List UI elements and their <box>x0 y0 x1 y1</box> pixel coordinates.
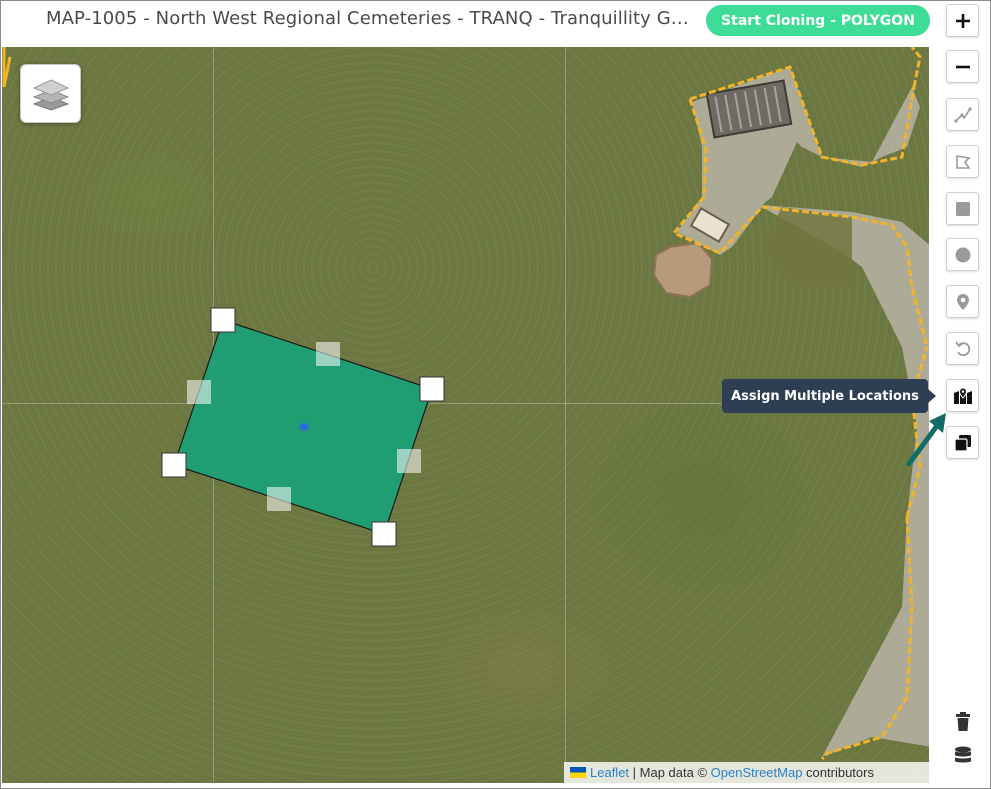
marker-icon <box>956 293 969 310</box>
assign-multiple-locations-button[interactable] <box>946 379 979 412</box>
pointer-arrow-icon <box>906 413 946 467</box>
attribution-separator: | Map data © <box>629 765 711 780</box>
undo-button[interactable] <box>946 332 979 365</box>
grass-patch <box>762 207 852 287</box>
trash-icon <box>955 711 970 731</box>
app-frame: MAP-1005 - North West Regional Cemeterie… <box>0 0 991 789</box>
map-header: MAP-1005 - North West Regional Cemeterie… <box>2 2 939 46</box>
map-title: MAP-1005 - North West Regional Cemeterie… <box>46 8 696 29</box>
zoom-out-button[interactable] <box>946 50 979 83</box>
zoom-in-button[interactable] <box>946 4 979 37</box>
vertex-handle[interactable] <box>161 452 187 478</box>
polygon-center-marker <box>299 423 309 431</box>
polygon-icon <box>955 154 971 169</box>
vertex-handle[interactable] <box>371 521 397 547</box>
layers-icon <box>32 78 69 111</box>
draw-rectangle-button[interactable] <box>946 192 979 225</box>
draw-polygon-button[interactable] <box>946 145 979 178</box>
tool-tooltip: Assign Multiple Locations <box>722 379 936 413</box>
octagon-structure <box>652 241 714 299</box>
midpoint-handle[interactable] <box>397 449 421 473</box>
midpoint-handle[interactable] <box>187 380 211 404</box>
draw-circle-button[interactable] <box>946 238 979 271</box>
polyline-icon <box>953 106 972 123</box>
vertex-handle[interactable] <box>210 307 236 333</box>
openstreetmap-link[interactable]: OpenStreetMap <box>711 765 803 780</box>
draw-toolbar <box>929 2 990 788</box>
map-attribution: Leaflet | Map data © OpenStreetMap contr… <box>564 762 929 783</box>
midpoint-handle[interactable] <box>267 487 291 511</box>
circle-icon <box>955 247 970 262</box>
undo-icon <box>954 340 970 356</box>
vertex-handle[interactable] <box>419 376 445 402</box>
attribution-suffix: contributors <box>802 765 874 780</box>
leaflet-link[interactable]: Leaflet <box>590 765 629 780</box>
midpoint-handle[interactable] <box>316 342 340 366</box>
draw-marker-button[interactable] <box>946 285 979 318</box>
database-icon <box>954 746 971 762</box>
database-button[interactable] <box>946 739 979 772</box>
map-overlay <box>2 47 929 761</box>
boundary-line <box>2 47 12 88</box>
map-marker-icon <box>953 386 972 404</box>
delete-button[interactable] <box>946 705 979 738</box>
copy-icon <box>953 434 971 452</box>
map-canvas[interactable]: Leaflet | Map data © OpenStreetMap contr… <box>2 47 929 783</box>
start-cloning-button[interactable]: Start Cloning - POLYGON <box>706 5 930 36</box>
plus-icon <box>955 13 970 28</box>
ukraine-flag-icon <box>570 767 586 778</box>
minus-icon <box>955 65 970 68</box>
square-icon <box>955 201 970 216</box>
draw-polyline-button[interactable] <box>946 98 979 131</box>
layers-control-button[interactable] <box>20 64 81 123</box>
